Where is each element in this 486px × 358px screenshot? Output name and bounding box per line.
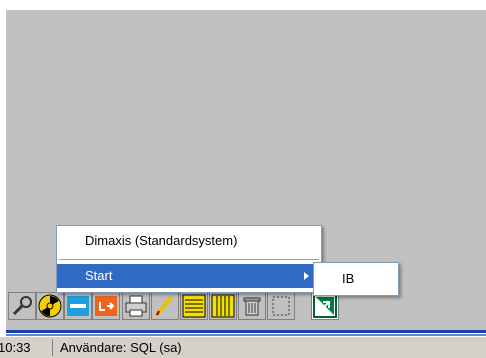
submenu-item-label: IB bbox=[342, 271, 355, 286]
status-user: Användare: SQL (sa) bbox=[60, 340, 182, 355]
edit-icon[interactable] bbox=[151, 292, 179, 320]
submenu-item-ib[interactable]: IB bbox=[314, 267, 398, 291]
menu-item-label: Dimaxis (Standardsystem) bbox=[85, 233, 238, 248]
status-bar: 10:33 Användare: SQL (sa) bbox=[0, 337, 486, 358]
select-icon[interactable] bbox=[267, 292, 295, 320]
menu-item-label: Start bbox=[85, 268, 113, 283]
columns-icon[interactable] bbox=[209, 292, 237, 320]
start-submenu: IB bbox=[313, 262, 399, 296]
status-divider bbox=[52, 339, 53, 356]
menu-item-start[interactable]: Start bbox=[57, 264, 321, 288]
trash-icon[interactable] bbox=[238, 292, 266, 320]
save-icon[interactable] bbox=[64, 292, 92, 320]
radiation-icon[interactable] bbox=[36, 292, 64, 320]
context-menu: Dimaxis (Standardsystem) Start bbox=[56, 225, 322, 293]
toolbar bbox=[6, 288, 486, 332]
submenu-arrow-icon bbox=[304, 272, 309, 280]
export-icon[interactable] bbox=[92, 292, 120, 320]
taskbar-rule bbox=[6, 330, 486, 333]
exit-icon[interactable] bbox=[311, 292, 339, 320]
menu-separator bbox=[59, 259, 319, 260]
wrench-icon[interactable] bbox=[8, 292, 36, 320]
form-icon[interactable] bbox=[180, 292, 208, 320]
status-time: 10:33 bbox=[0, 340, 31, 355]
printer-icon[interactable] bbox=[122, 292, 150, 320]
menu-item-dimaxis[interactable]: Dimaxis (Standardsystem) bbox=[57, 229, 321, 253]
taskbar-rule-light bbox=[6, 334, 486, 336]
